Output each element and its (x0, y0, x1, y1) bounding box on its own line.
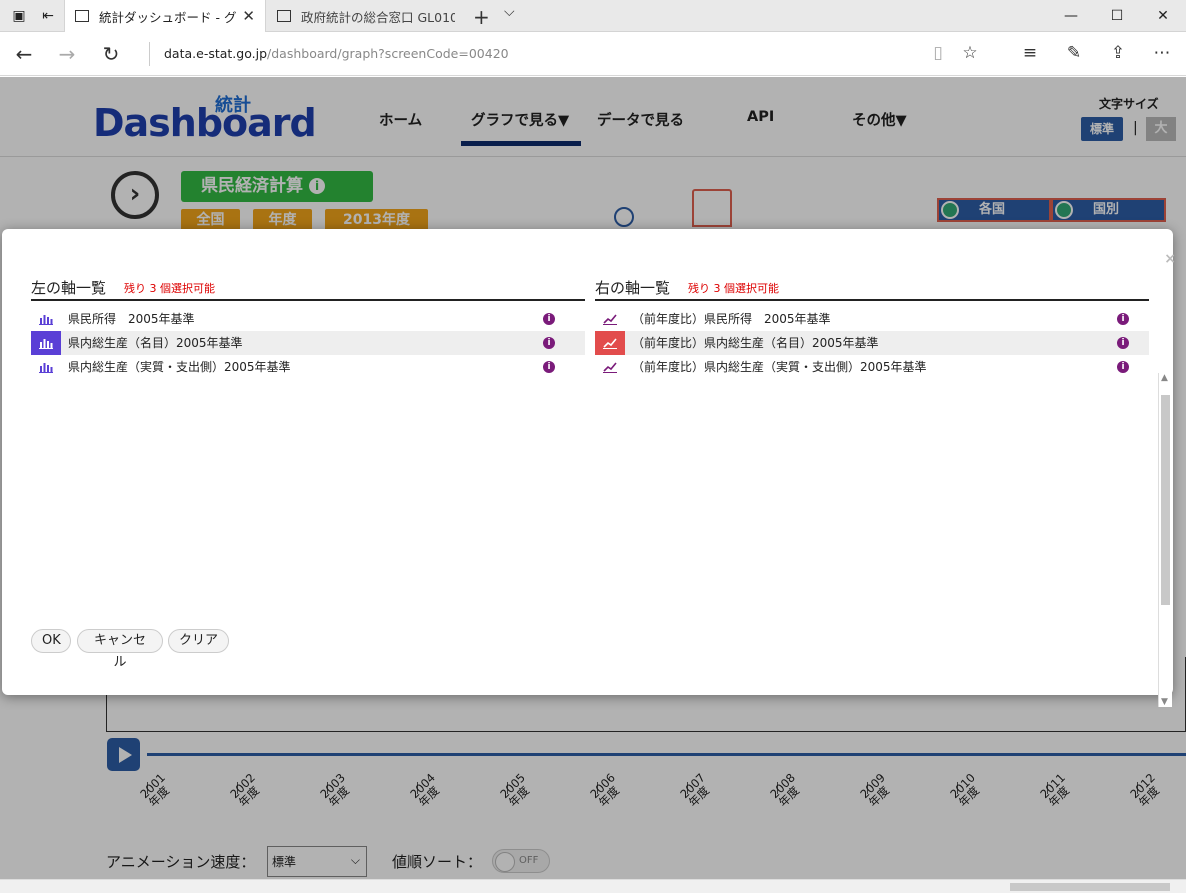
scroll-up-icon[interactable]: ▲ (1161, 373, 1168, 383)
reading-view-icon[interactable]: ▯ (926, 43, 950, 63)
left-axis-item[interactable]: 県内総生産（実質・支出側）2005年基準 i (31, 355, 585, 379)
info-icon[interactable]: i (543, 313, 555, 325)
share-icon[interactable]: ⇪ (1106, 43, 1130, 63)
close-tab-icon[interactable]: ✕ (242, 7, 255, 25)
right-axis-list: 右の軸一覧 残り 3 個選択可能 （前年度比）県民所得 2005年基準 i （前年度比… (595, 277, 1149, 379)
clear-button[interactable]: クリア (168, 629, 229, 653)
axis-select-dialog: × 左の軸一覧 残り 3 個選択可能 県民所得 2005年基準 i 県内総生産（名目）… (2, 229, 1176, 695)
right-axis-item[interactable]: （前年度比）県内総生産（実質・支出側）2005年基準 i (595, 355, 1149, 379)
favorite-star-icon[interactable]: ☆ (958, 43, 982, 63)
url-field[interactable]: data.e-stat.go.jp/dashboard/graph?screen… (149, 42, 509, 66)
close-window-button[interactable]: ✕ (1140, 0, 1186, 32)
right-axis-item-label: （前年度比）県内総生産（実質・支出側）2005年基準 (632, 360, 927, 374)
left-axis-item[interactable]: 県民所得 2005年基準 i (31, 307, 585, 331)
url-domain: data.e-stat.go.jp (164, 46, 268, 61)
scroll-down-icon[interactable]: ▼ (1161, 697, 1168, 707)
address-bar: ← → ↻ data.e-stat.go.jp/dashboard/graph?… (0, 32, 1186, 76)
bar-chart-icon (31, 307, 61, 331)
right-axis-heading-text: 右の軸一覧 (595, 279, 671, 297)
right-axis-remaining: 残り 3 個選択可能 (688, 282, 780, 295)
right-axis-heading: 右の軸一覧 残り 3 個選択可能 (595, 277, 1149, 301)
back-arrow-icon[interactable]: ← (12, 42, 36, 66)
right-axis-item[interactable]: （前年度比）県民所得 2005年基準 i (595, 307, 1149, 331)
minimize-button[interactable]: — (1048, 0, 1094, 32)
left-axis-item-label: 県民所得 2005年基準 (68, 312, 195, 326)
more-options-icon[interactable]: ⋯ (1150, 43, 1174, 63)
forward-arrow-icon[interactable]: → (55, 42, 79, 66)
right-axis-item[interactable]: （前年度比）県内総生産（名目）2005年基準 i (595, 331, 1149, 355)
tab-manager-icon[interactable]: ▣ (9, 6, 29, 26)
browser-titlebar: ▣ ⇤ 統計ダッシュボード - グラフ ✕ 政府統計の総合窓口 GL0101 +… (0, 0, 1186, 32)
refresh-icon[interactable]: ↻ (99, 42, 123, 66)
hub-icon[interactable]: ≡ (1018, 43, 1042, 63)
tab-estat[interactable]: 政府統計の総合窓口 GL0101 (267, 0, 465, 32)
line-chart-icon (595, 331, 625, 355)
cancel-button[interactable]: キャンセル (77, 629, 163, 670)
left-axis-item-label: 県内総生産（実質・支出側）2005年基準 (68, 360, 291, 374)
bar-chart-icon (31, 355, 61, 379)
close-icon[interactable]: × (1164, 251, 1176, 267)
info-icon[interactable]: i (1117, 337, 1129, 349)
line-chart-icon (595, 355, 625, 379)
web-page: Dashboard 統計 ホーム グラフで見る▼ データで見る API その他▼… (0, 77, 1186, 893)
new-tab-icon[interactable]: + (473, 5, 490, 29)
set-aside-tabs-icon[interactable]: ⇤ (38, 6, 58, 26)
left-axis-item-label: 県内総生産（名目）2005年基準 (68, 336, 243, 350)
left-axis-heading-text: 左の軸一覧 (31, 279, 107, 297)
info-icon[interactable]: i (543, 337, 555, 349)
right-axis-item-label: （前年度比）県内総生産（名目）2005年基準 (632, 336, 879, 350)
left-axis-heading: 左の軸一覧 残り 3 個選択可能 (31, 277, 585, 301)
tab-dashboard[interactable]: 統計ダッシュボード - グラフ ✕ (64, 0, 266, 32)
line-chart-icon (595, 307, 625, 331)
info-icon[interactable]: i (543, 361, 555, 373)
info-icon[interactable]: i (1117, 361, 1129, 373)
vertical-scrollbar[interactable]: ▲ ▼ (1158, 373, 1172, 707)
page-icon (75, 10, 89, 22)
left-axis-item[interactable]: 県内総生産（名目）2005年基準 i (31, 331, 585, 355)
right-axis-item-label: （前年度比）県民所得 2005年基準 (632, 312, 831, 326)
tab-title: 統計ダッシュボード - グラフ (99, 9, 237, 25)
tab-title: 政府統計の総合窓口 GL0101 (301, 9, 455, 25)
url-path: /dashboard/graph?screenCode=00420 (267, 46, 509, 61)
info-icon[interactable]: i (1117, 313, 1129, 325)
bar-chart-icon (31, 331, 61, 355)
left-axis-remaining: 残り 3 個選択可能 (124, 282, 216, 295)
horizontal-scrollbar[interactable] (0, 879, 1186, 893)
scrollbar-thumb[interactable] (1010, 883, 1170, 891)
tab-preview-chevron-icon[interactable]: ⌵ (504, 4, 515, 20)
left-axis-list: 左の軸一覧 残り 3 個選択可能 県民所得 2005年基準 i 県内総生産（名目）20… (31, 277, 585, 379)
maximize-button[interactable]: ☐ (1094, 0, 1140, 32)
ok-button[interactable]: OK (31, 629, 71, 653)
scrollbar-thumb[interactable] (1161, 395, 1170, 605)
page-icon (277, 10, 291, 22)
web-note-pen-icon[interactable]: ✎ (1062, 43, 1086, 63)
